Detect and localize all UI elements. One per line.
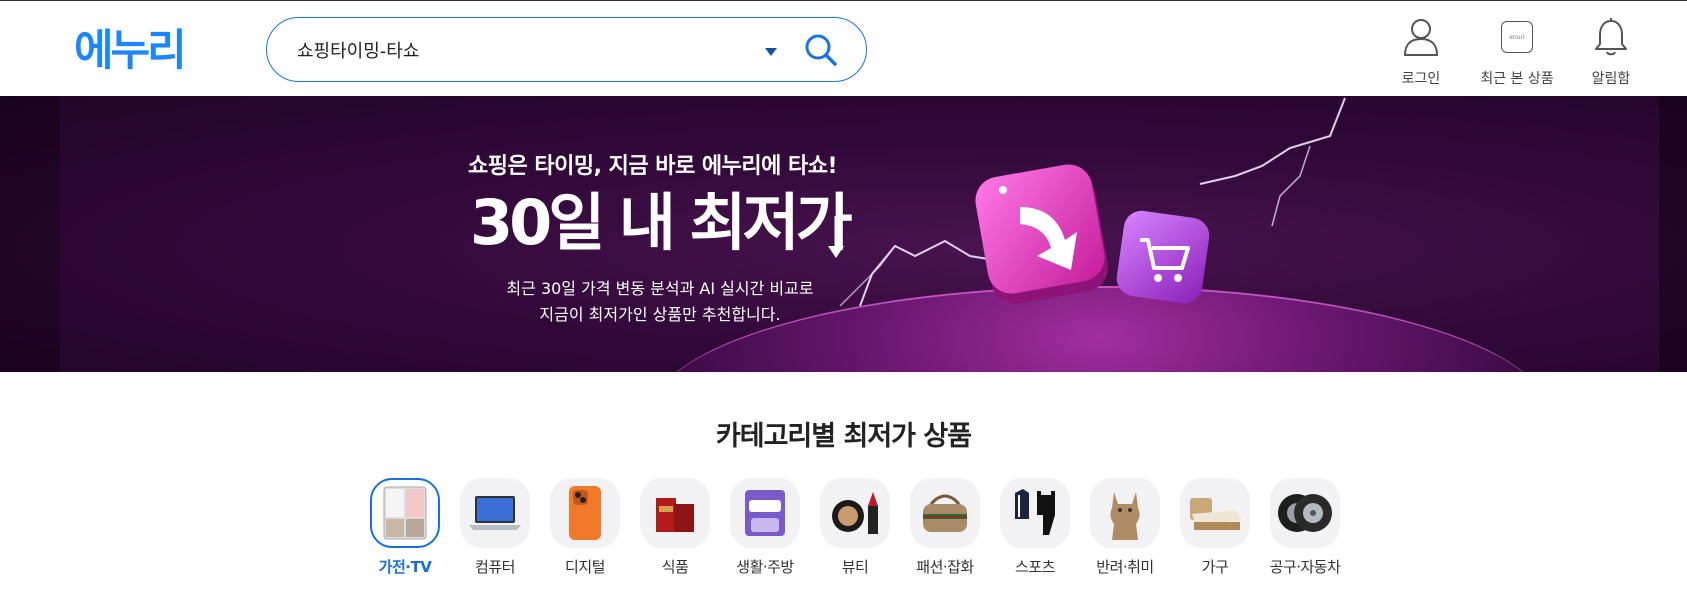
category-label: 식품: [661, 558, 689, 576]
search-bar: [266, 17, 867, 82]
category-item-fashion[interactable]: 패션·잡화: [900, 476, 990, 577]
banner-headline: 30일 내 최저가: [470, 186, 853, 259]
tissue-pack-icon: [745, 490, 785, 536]
banner-description: 최근 30일 가격 변동 분석과 AI 실시간 비교로 지금이 최저가인 상품만…: [470, 276, 850, 328]
user-icon: [1403, 19, 1439, 56]
category-section-title: 카테고리별 최저가 상품: [715, 421, 972, 452]
category-item-furniture[interactable]: 가구: [1170, 476, 1260, 577]
recent-items-label: 최근 본 상품: [1480, 71, 1554, 87]
category-item-living-kitchen[interactable]: 생활·주방: [720, 476, 810, 577]
category-label: 생활·주방: [736, 558, 794, 576]
search-dropdown-toggle[interactable]: [761, 42, 781, 62]
cosmetics-icon: [832, 492, 878, 534]
category-label: 가구: [1201, 558, 1229, 576]
shopping-cart-cube-icon: [1116, 210, 1210, 304]
top-header: 에누리 로그인 enuri 최근 본 상품: [0, 0, 1687, 96]
bell-icon: [1595, 18, 1627, 56]
category-item-computer[interactable]: 컴퓨터: [450, 476, 540, 577]
cat-icon: [1110, 492, 1140, 540]
category-label: 공구·자동차: [1269, 558, 1341, 576]
price-drop-cube-icon: [975, 164, 1109, 304]
bed-icon: [1190, 498, 1242, 530]
banner-description-line1: 최근 30일 가격 변동 분석과 AI 실시간 비교로: [506, 279, 814, 298]
red-ginseng-icon: [656, 498, 694, 532]
handbag-icon: [923, 494, 967, 532]
smartphone-icon: [569, 486, 601, 540]
down-arrow-icon: [828, 216, 844, 258]
category-item-tools-auto[interactable]: 공구·자동차: [1260, 476, 1350, 577]
search-button[interactable]: [799, 28, 843, 72]
category-label: 패션·잡화: [916, 558, 974, 576]
category-label: 컴퓨터: [475, 558, 515, 576]
category-label: 스포츠: [1015, 558, 1055, 576]
recent-items-button[interactable]: enuri 최근 본 상품: [1477, 17, 1557, 88]
sportswear-icon: [1015, 489, 1055, 535]
laptop-icon: [469, 496, 521, 530]
login-button[interactable]: 로그인: [1381, 17, 1461, 88]
category-item-digital[interactable]: 디지털: [540, 476, 630, 577]
promo-banner[interactable]: 쇼핑은 타이밍, 지금 바로 에누리에 타쇼! 30일 내 최저가 최근 30일…: [0, 96, 1687, 372]
category-label: 가전·TV: [378, 558, 432, 576]
banner-description-line2: 지금이 최저가인 상품만 추천합니다.: [539, 305, 781, 324]
enuri-logo[interactable]: 에누리: [74, 29, 187, 73]
notifications-label: 알림함: [1591, 71, 1631, 87]
caret-down-icon: [765, 48, 777, 56]
category-item-appliance-tv[interactable]: 가전·TV: [360, 476, 450, 577]
refrigerator-icon: [383, 486, 427, 540]
category-item-food[interactable]: 식품: [630, 476, 720, 577]
category-item-pet-hobby[interactable]: 반려·취미: [1080, 476, 1170, 577]
category-list: 가전·TV 컴퓨터 디지털 식품 생활·주방 뷰티 패션·잡화 스포츠 반려·취…: [360, 476, 1341, 586]
category-label: 뷰티: [841, 558, 869, 576]
category-label: 반려·취미: [1096, 558, 1154, 576]
tire-icon: [1278, 494, 1332, 532]
search-input[interactable]: [297, 32, 727, 68]
category-label: 디지털: [565, 558, 605, 576]
search-icon: [805, 34, 837, 66]
recent-items-icon: enuri: [1501, 21, 1533, 53]
banner-tagline: 쇼핑은 타이밍, 지금 바로 에누리에 타쇼!: [468, 154, 838, 179]
category-item-beauty[interactable]: 뷰티: [810, 476, 900, 577]
category-item-sports[interactable]: 스포츠: [990, 476, 1080, 577]
login-label: 로그인: [1401, 71, 1441, 87]
notifications-button[interactable]: 알림함: [1571, 17, 1651, 88]
